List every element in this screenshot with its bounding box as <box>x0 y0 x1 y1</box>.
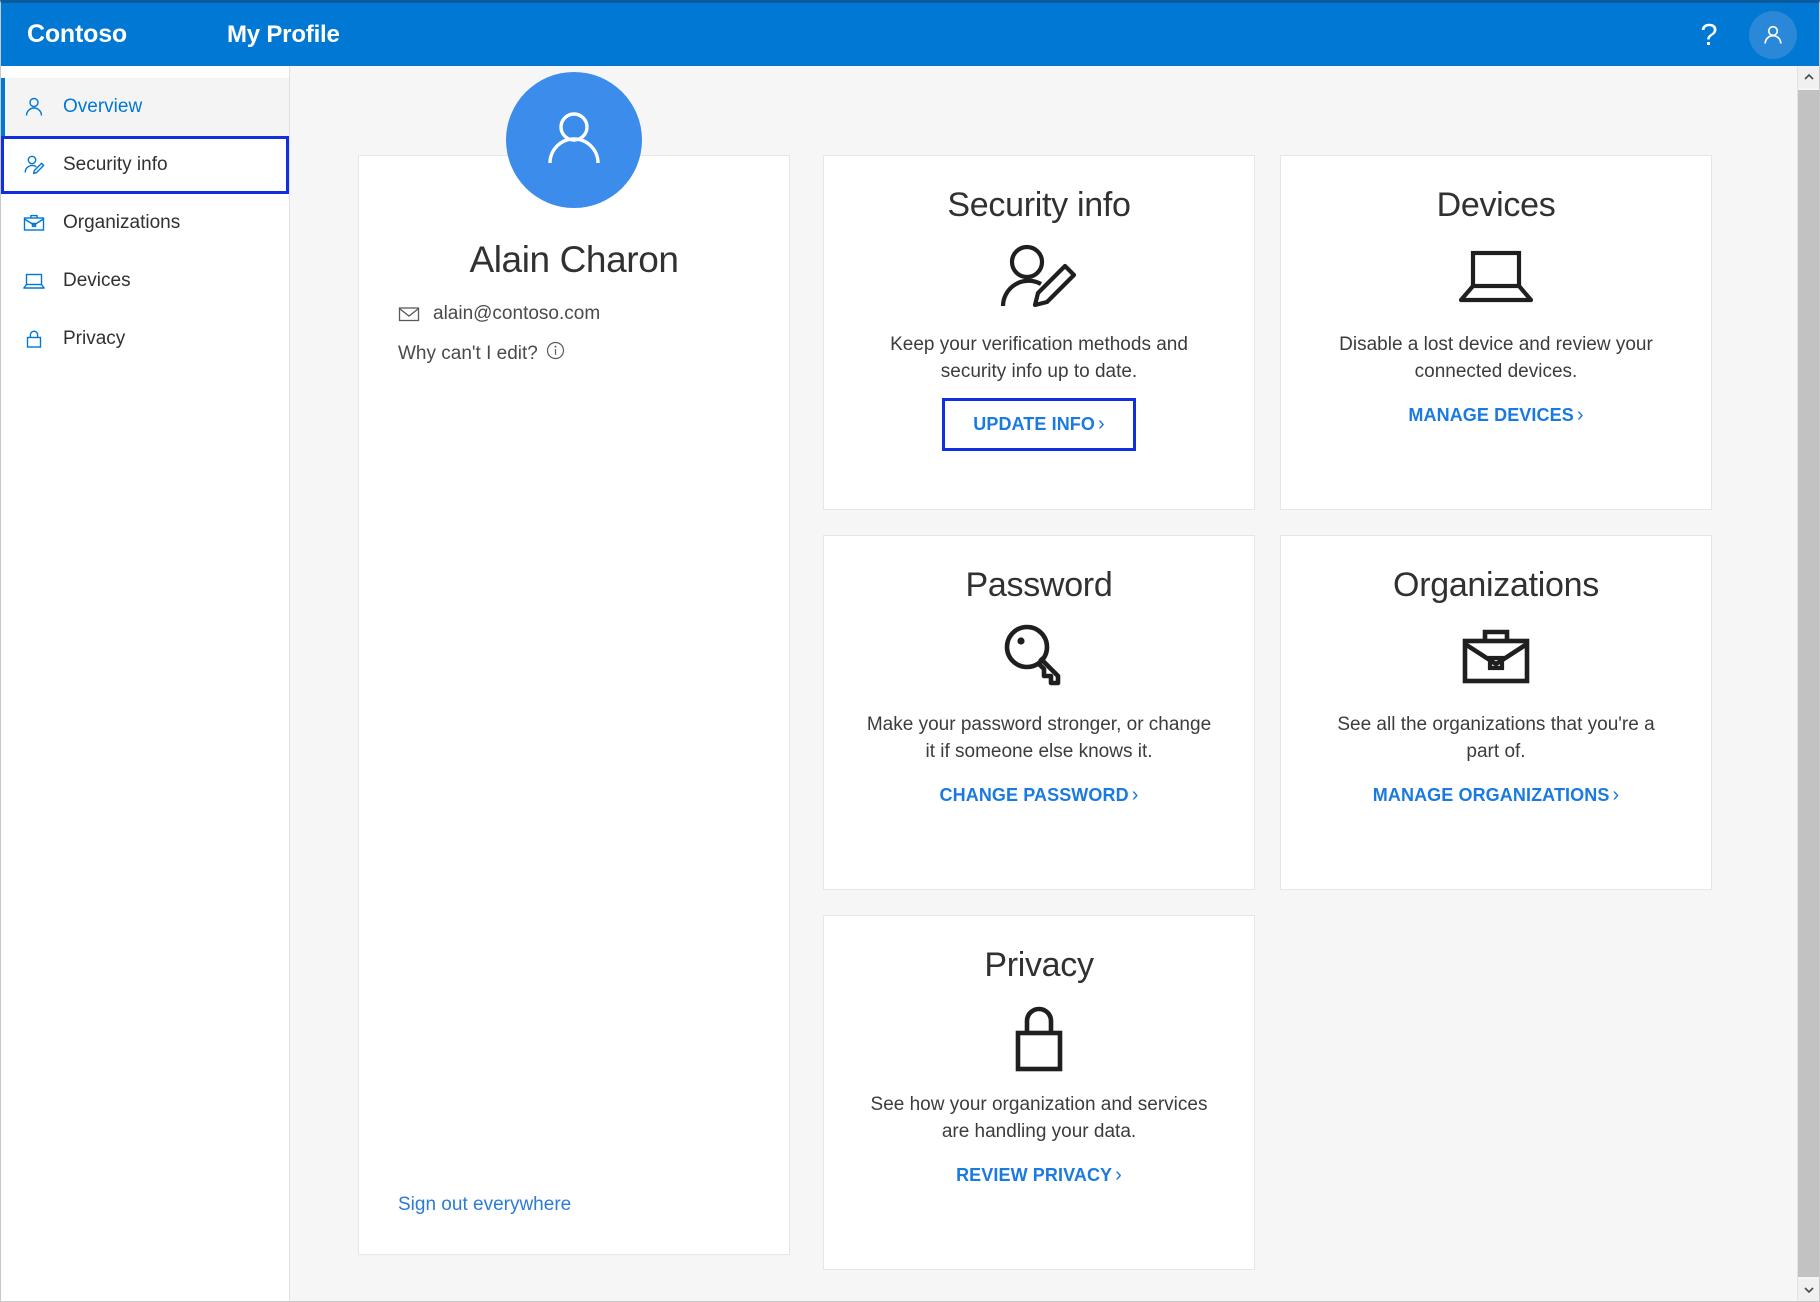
tile-title: Organizations <box>1393 568 1599 604</box>
tile-title: Privacy <box>984 948 1093 984</box>
chevron-right-icon: › <box>1098 414 1105 434</box>
person-avatar-icon <box>535 101 613 179</box>
my-profile-window: Contoso My Profile ? <box>0 0 1820 1302</box>
chevron-right-icon: › <box>1577 405 1584 425</box>
manage-organizations-label: MANAGE ORGANIZATIONS <box>1373 785 1610 806</box>
sidebar-item-organizations[interactable]: Organizations <box>1 194 289 252</box>
account-avatar-button[interactable] <box>1749 11 1797 59</box>
sidebar-item-label: Overview <box>63 96 142 118</box>
sidebar-item-overview[interactable]: Overview <box>1 78 289 136</box>
tile-description: See all the organizations that you're a … <box>1320 712 1672 766</box>
tile-devices: Devices Disable a lost device and review… <box>1280 155 1712 510</box>
email-row: alain@contoso.com <box>398 303 789 325</box>
profile-card: Alain Charon alain@contoso.com <box>358 155 790 1255</box>
sidebar-item-label: Security info <box>63 154 168 176</box>
sign-out-everywhere-link[interactable]: Sign out everywhere <box>359 1194 789 1216</box>
scroll-down-button[interactable] <box>1798 1279 1820 1301</box>
avatar[interactable] <box>506 72 642 208</box>
tile-description: See how your organization and services a… <box>863 1092 1215 1146</box>
info-circle-icon <box>546 341 565 366</box>
person-icon <box>21 94 47 120</box>
sidebar-item-devices[interactable]: Devices <box>1 252 289 310</box>
help-icon[interactable]: ? <box>1687 13 1731 57</box>
scrollbar-track[interactable] <box>1798 88 1820 1279</box>
tiles-grid: Security info Keep your verification met… <box>823 155 1712 1270</box>
laptop-icon <box>1454 236 1538 322</box>
email-value: alain@contoso.com <box>433 303 600 325</box>
main-content-area: Alain Charon alain@contoso.com <box>290 66 1819 1301</box>
sidebar-item-security-info[interactable]: Security info <box>1 136 289 194</box>
tile-organizations: Organizations See all the organizations … <box>1280 535 1712 890</box>
content-inner: Alain Charon alain@contoso.com <box>290 66 1819 1270</box>
tile-privacy: Privacy See how your organization and se… <box>823 915 1255 1270</box>
scroll-up-button[interactable] <box>1798 66 1820 88</box>
why-cant-i-edit-label: Why can't I edit? <box>398 343 538 365</box>
chevron-right-icon: › <box>1612 785 1619 805</box>
manage-devices-label: MANAGE DEVICES <box>1408 405 1573 426</box>
sidebar-item-label: Devices <box>63 270 131 292</box>
topbar-actions: ? <box>1687 11 1797 59</box>
sidebar-navigation: Overview Security info <box>1 66 290 1301</box>
scrollbar-thumb[interactable] <box>1798 90 1820 1277</box>
update-info-label: UPDATE INFO <box>973 414 1095 435</box>
lock-icon <box>21 326 47 352</box>
envelope-icon <box>398 303 420 325</box>
tile-description: Make your password stronger, or change i… <box>863 712 1215 766</box>
page-title: Alain Charon <box>359 239 789 281</box>
manage-devices-link[interactable]: MANAGE DEVICES › <box>1408 405 1583 426</box>
chevron-up-icon <box>1804 73 1814 81</box>
why-cant-i-edit-link[interactable]: Why can't I edit? <box>398 341 789 366</box>
chevron-right-icon: › <box>1132 785 1139 805</box>
update-info-link[interactable]: UPDATE INFO › <box>942 398 1136 451</box>
tile-security-info: Security info Keep your verification met… <box>823 155 1255 510</box>
tile-title: Security info <box>947 188 1130 224</box>
help-glyph: ? <box>1700 19 1717 50</box>
briefcase-icon <box>21 210 47 236</box>
lock-icon <box>997 996 1081 1082</box>
chevron-down-icon <box>1804 1286 1814 1294</box>
change-password-link[interactable]: CHANGE PASSWORD › <box>940 785 1139 806</box>
app-title[interactable]: My Profile <box>227 21 340 49</box>
brand-logo-text[interactable]: Contoso <box>27 20 127 49</box>
tile-title: Password <box>966 568 1113 604</box>
tile-password: Password Make your password stronger, or… <box>823 535 1255 890</box>
laptop-icon <box>21 268 47 294</box>
tile-description: Disable a lost device and review your co… <box>1320 332 1672 386</box>
tile-title: Devices <box>1437 188 1556 224</box>
body-region: Overview Security info <box>1 66 1819 1301</box>
chevron-right-icon: › <box>1115 1165 1122 1185</box>
key-icon <box>997 616 1081 702</box>
change-password-label: CHANGE PASSWORD <box>940 785 1129 806</box>
cards-layout: Alain Charon alain@contoso.com <box>358 155 1712 1270</box>
review-privacy-link[interactable]: REVIEW PRIVACY › <box>956 1165 1122 1186</box>
top-navigation-bar: Contoso My Profile ? <box>1 3 1819 66</box>
sidebar-item-privacy[interactable]: Privacy <box>1 310 289 368</box>
person-avatar-icon <box>1760 22 1786 48</box>
vertical-scrollbar[interactable] <box>1797 66 1819 1301</box>
sidebar-item-label: Privacy <box>63 328 125 350</box>
profile-metadata: alain@contoso.com Why can't I edit? <box>359 303 789 366</box>
briefcase-icon <box>1454 616 1538 702</box>
person-edit-icon <box>21 152 47 178</box>
review-privacy-label: REVIEW PRIVACY <box>956 1165 1112 1186</box>
manage-organizations-link[interactable]: MANAGE ORGANIZATIONS › <box>1373 785 1619 806</box>
tile-description: Keep your verification methods and secur… <box>863 332 1215 386</box>
sidebar-item-label: Organizations <box>63 212 180 234</box>
person-edit-icon <box>997 236 1081 322</box>
